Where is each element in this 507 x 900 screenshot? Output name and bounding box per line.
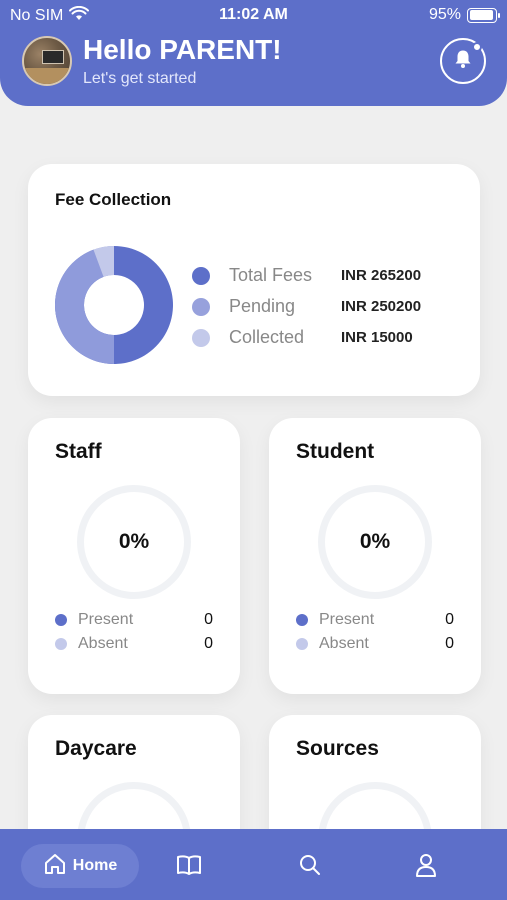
legend-label-total: Total Fees bbox=[229, 265, 313, 285]
nav-search-button[interactable] bbox=[296, 853, 324, 881]
absent-dot bbox=[55, 638, 67, 650]
legend-row-total: Total Fees INR 265200 bbox=[192, 260, 452, 291]
fee-donut-chart bbox=[55, 246, 173, 364]
staff-present-row: Present 0 bbox=[55, 609, 213, 631]
student-title: Student bbox=[296, 440, 375, 463]
student-absent-label: Absent bbox=[319, 635, 369, 652]
book-icon bbox=[176, 854, 202, 881]
legend-row-pending: Pending INR 250200 bbox=[192, 291, 452, 322]
sources-title: Sources bbox=[296, 737, 379, 760]
greeting-title: Hello PARENT! bbox=[83, 34, 282, 65]
fee-collection-card[interactable]: Fee Collection Total Fees INR 265200 Pen… bbox=[28, 164, 480, 396]
battery-fill bbox=[469, 10, 494, 20]
profile-icon bbox=[414, 852, 438, 883]
legend-label-pending: Pending bbox=[229, 296, 296, 316]
legend-row-collected: Collected INR 15000 bbox=[192, 322, 452, 353]
home-icon bbox=[43, 853, 67, 880]
daycare-title: Daycare bbox=[55, 737, 137, 760]
status-bar: No SIM 11:02 AM 95% bbox=[0, 0, 507, 30]
student-present-row: Present 0 bbox=[296, 609, 454, 631]
legend-dot-pending bbox=[192, 297, 210, 316]
battery-icon bbox=[467, 7, 500, 23]
search-icon bbox=[298, 853, 322, 882]
student-present-value: 0 bbox=[445, 611, 454, 628]
battery-percent: 95% bbox=[428, 6, 461, 23]
staff-present-label: Present bbox=[78, 611, 134, 628]
staff-title: Staff bbox=[55, 440, 102, 463]
app-header: No SIM 11:02 AM 95% Hello PARENT! Let's … bbox=[0, 0, 507, 106]
present-dot bbox=[296, 614, 308, 626]
fee-legend: Total Fees INR 265200 Pending INR 250200… bbox=[192, 260, 452, 353]
student-absent-row: Absent 0 bbox=[296, 633, 454, 655]
student-percent: 0% bbox=[359, 530, 391, 553]
nav-profile-button[interactable] bbox=[412, 853, 440, 881]
avatar[interactable] bbox=[22, 36, 72, 86]
nav-home-label: Home bbox=[72, 857, 118, 874]
status-right: 95% bbox=[428, 6, 500, 24]
absent-dot bbox=[296, 638, 308, 650]
staff-absent-value: 0 bbox=[204, 635, 213, 652]
notification-dot bbox=[472, 42, 482, 52]
staff-absent-label: Absent bbox=[78, 635, 128, 652]
legend-value-total: INR 265200 bbox=[341, 267, 422, 284]
bottom-nav: Home bbox=[0, 829, 507, 900]
nav-book-button[interactable] bbox=[175, 853, 203, 881]
nav-home-button[interactable]: Home bbox=[21, 844, 139, 888]
staff-present-value: 0 bbox=[204, 611, 213, 628]
avatar-photo-frame bbox=[42, 50, 64, 64]
student-card[interactable]: Student 0% Present 0 Absent 0 bbox=[269, 418, 481, 694]
present-dot bbox=[55, 614, 67, 626]
greeting-subtitle: Let's get started bbox=[83, 70, 197, 87]
bell-icon bbox=[454, 49, 472, 74]
legend-dot-total bbox=[192, 266, 210, 285]
staff-percent: 0% bbox=[118, 530, 150, 553]
legend-value-collected: INR 15000 bbox=[341, 329, 413, 346]
student-present-label: Present bbox=[319, 611, 375, 628]
legend-dot-collected bbox=[192, 328, 210, 347]
student-absent-value: 0 bbox=[445, 635, 454, 652]
legend-label-collected: Collected bbox=[229, 327, 305, 347]
staff-card[interactable]: Staff 0% Present 0 Absent 0 bbox=[28, 418, 240, 694]
fee-collection-title: Fee Collection bbox=[55, 190, 172, 209]
legend-value-pending: INR 250200 bbox=[341, 298, 422, 315]
avatar-photo-desk bbox=[24, 68, 70, 84]
staff-absent-row: Absent 0 bbox=[55, 633, 213, 655]
notification-button[interactable] bbox=[440, 38, 486, 84]
